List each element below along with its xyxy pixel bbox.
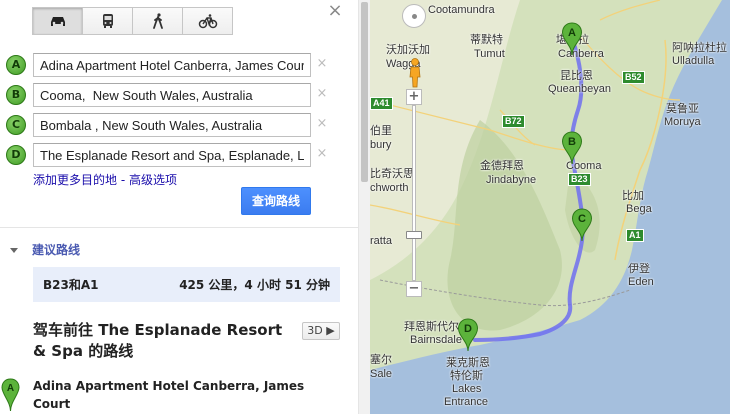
waypoint-row: C ×: [6, 113, 336, 137]
map-label-moruya: Moruya: [664, 116, 701, 128]
map-pin-c[interactable]: C: [571, 208, 593, 242]
map-label-lakes-entrance: Lakes: [452, 383, 482, 395]
waypoint-links: 添加更多目的地 - 高级选项: [33, 171, 177, 188]
map-pin-b[interactable]: B: [561, 131, 583, 165]
map-label-lakes-entrance2: Entrance: [444, 396, 489, 408]
map-label-eden-cn: 伊登: [628, 263, 650, 275]
start-location-name: Adina Apartment Hotel Canberra, James Co…: [33, 379, 305, 411]
map-label-sale: Sale: [370, 368, 393, 380]
divider: [0, 227, 358, 228]
map-label-bairnsdale: Bairnsdale: [410, 334, 462, 346]
scrollbar-thumb[interactable]: [361, 2, 368, 182]
zoom-slider-track[interactable]: [412, 105, 416, 281]
panel-scrollbar[interactable]: [358, 0, 370, 414]
map-label-wagga-cn: 沃加沃加: [386, 44, 430, 56]
map-label-ulladulla-cn: 阿呐拉杜拉: [672, 42, 727, 54]
pan-control[interactable]: [402, 4, 426, 28]
suggested-routes-label: 建议路线: [32, 243, 81, 257]
waypoint-input-c[interactable]: [33, 113, 311, 137]
map-pin-d-letter: D: [464, 323, 472, 335]
map-label-eden: Eden: [628, 276, 654, 288]
remove-waypoint-icon[interactable]: ×: [316, 116, 328, 132]
walking-mode-button[interactable]: [132, 7, 183, 35]
map-label-albury: bury: [370, 139, 392, 151]
map-pin-b-letter: B: [568, 136, 576, 148]
road-shield-b23: B23: [568, 173, 591, 186]
map-view[interactable]: Cootamundra 蒂默特 Tumut 沃加沃加 Wagga 堪培拉 Can…: [370, 0, 730, 414]
bus-icon: [102, 14, 113, 28]
remove-waypoint-icon[interactable]: ×: [316, 146, 328, 162]
remove-waypoint-icon[interactable]: ×: [316, 56, 328, 72]
map-label-tumut: Tumut: [474, 48, 505, 60]
map-label-beechworth: chworth: [370, 182, 409, 194]
suggested-routes-toggle[interactable]: 建议路线: [10, 241, 80, 258]
transit-mode-button[interactable]: [82, 7, 133, 35]
waypoint-input-d[interactable]: [33, 143, 311, 167]
directions-heading: 驾车前往 The Esplanade Resort & Spa 的路线: [33, 321, 283, 360]
map-label-beechworth-cn: 比奇沃思: [370, 168, 414, 180]
map-label-ulladulla: Ulladulla: [672, 55, 715, 67]
map-label-sale-cn: 塞尔: [370, 354, 392, 366]
map-label-wangaratta: ratta: [370, 235, 393, 247]
map-label-cootamundra: Cootamundra: [428, 4, 495, 16]
start-marker-letter: A: [7, 383, 14, 394]
map-label-lakes-entrance-cn: 莱克斯恩: [446, 357, 490, 369]
map-label-albury-cn: 伯里: [370, 125, 392, 137]
add-destination-link[interactable]: 添加更多目的地: [33, 173, 117, 187]
remove-waypoint-icon[interactable]: ×: [316, 86, 328, 102]
zoom-in-button[interactable]: +: [406, 89, 422, 105]
route-summary: 425 公里，4 小时 51 分钟: [179, 278, 330, 292]
map-pin-c-letter: C: [578, 213, 586, 225]
bicycle-icon: [198, 14, 217, 29]
road-shield-a41: A41: [370, 97, 393, 110]
waypoint-marker-c[interactable]: C: [6, 115, 26, 135]
driving-mode-button[interactable]: [32, 7, 83, 35]
close-panel-button[interactable]: ×: [327, 2, 343, 20]
waypoint-row: B ×: [6, 83, 336, 107]
map-label-jindabyne: Jindabyne: [486, 174, 537, 186]
road-shield-a1: A1: [626, 229, 644, 242]
map-label-moruya-cn: 莫鲁亚: [666, 103, 699, 115]
route-option[interactable]: B23和A1 425 公里，4 小时 51 分钟: [33, 267, 340, 302]
waypoint-row: D ×: [6, 143, 336, 167]
road-shield-b52: B52: [622, 71, 645, 84]
waypoint-row: A ×: [6, 53, 336, 77]
waypoint-marker-a[interactable]: A: [6, 55, 26, 75]
waypoint-input-b[interactable]: [33, 83, 311, 107]
zoom-slider-handle[interactable]: [406, 231, 422, 239]
map-label-lakes-entrance-cn2: 特伦斯: [450, 370, 483, 382]
view-3d-button[interactable]: 3D ▶: [302, 322, 340, 340]
collapse-arrow-icon: [10, 248, 18, 253]
walking-icon: [152, 13, 163, 29]
map-label-queanbeyan-cn: 昆比恩: [560, 70, 593, 82]
bicycling-mode-button[interactable]: [182, 7, 233, 35]
advanced-options-link[interactable]: 高级选项: [129, 173, 177, 187]
road-shield-b72: B72: [502, 115, 525, 128]
directions-panel: × A × B × C × D × 添加更多目的地 - 高级选项 查询路线 建议…: [0, 0, 358, 414]
map-label-queanbeyan: Queanbeyan: [548, 83, 611, 95]
map-label-jindabyne-cn: 金德拜恩: [480, 160, 524, 172]
map-pin-d[interactable]: D: [457, 318, 479, 352]
waypoint-marker-b[interactable]: B: [6, 85, 26, 105]
map-pin-a-letter: A: [568, 27, 576, 39]
link-separator: -: [117, 173, 129, 187]
pegman-icon[interactable]: [408, 58, 422, 88]
waypoint-input-a[interactable]: [33, 53, 311, 77]
map-pin-a[interactable]: A: [561, 22, 583, 56]
zoom-out-button[interactable]: −: [406, 281, 422, 297]
car-icon: [50, 17, 65, 26]
get-directions-button[interactable]: 查询路线: [241, 187, 311, 215]
map-label-tumut-cn: 蒂默特: [470, 34, 503, 46]
route-name: B23和A1: [43, 278, 99, 292]
pan-center-icon: [412, 14, 417, 19]
travel-mode-toolbar: [32, 7, 233, 35]
start-marker-icon: A: [1, 378, 20, 412]
waypoint-marker-d[interactable]: D: [6, 145, 26, 165]
map-label-bega: Bega: [626, 203, 652, 215]
map-label-bega-cn: 比加: [622, 190, 644, 202]
close-icon: ×: [327, 0, 343, 21]
map-label-bairnsdale-cn: 拜恩斯代尔: [404, 321, 459, 333]
